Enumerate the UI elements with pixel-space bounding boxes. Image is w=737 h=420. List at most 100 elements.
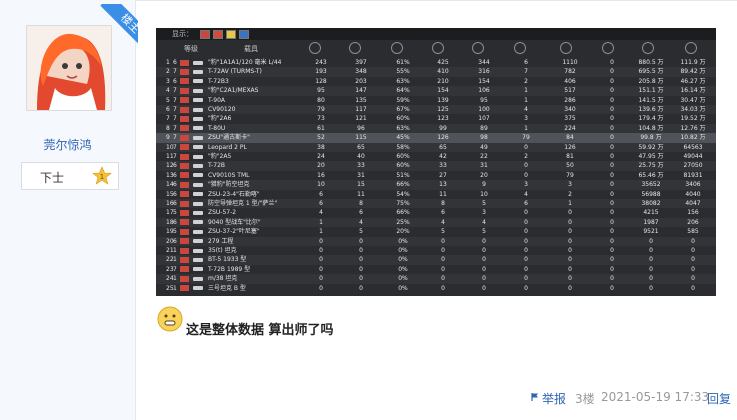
stat-cell: 5	[359, 228, 363, 236]
stat-cell: 0	[568, 218, 572, 226]
vehicle-name: "豹"C2A1/MEXAS	[208, 87, 259, 95]
stat-cell: 0	[482, 256, 486, 264]
vehicle-name: CV90120	[208, 106, 236, 113]
stat-cell: 16	[317, 171, 325, 179]
stat-cell: 0	[319, 256, 323, 264]
stat-cell: 0%	[398, 237, 408, 245]
row-level: 7	[173, 134, 177, 142]
stat-cell: 585	[687, 228, 699, 236]
air-kills-icon	[432, 42, 444, 54]
stat-cell: 16.14 万	[680, 87, 706, 95]
reply-link[interactable]: 回复	[707, 390, 731, 407]
stat-cell: 0	[610, 209, 614, 217]
stat-cell: 0	[649, 256, 653, 264]
stat-cell: 0	[610, 284, 614, 292]
stat-cell: 0%	[398, 284, 408, 292]
stat-cell: 50	[566, 162, 574, 170]
vehicle-name: m/38 坦克	[208, 275, 238, 283]
post-screenshot[interactable]: 显示： 等级 载具 1 6 "豹"1A1A1/120 毫米 L/44 243 397 61…	[156, 28, 716, 296]
stat-cell: 0	[524, 247, 528, 254]
stat-cell: 79	[522, 134, 530, 142]
stat-cell: 49044	[683, 153, 703, 160]
kills-icon	[349, 42, 361, 54]
stat-cell: 0	[441, 265, 445, 273]
row-level: 6	[173, 171, 177, 179]
stat-cell: 425	[437, 59, 449, 66]
stat-cell: 0	[610, 265, 614, 273]
stat-cell: 286	[564, 96, 576, 104]
table-row: 17 5 ZSU-57-2 4 6 66% 6 3 0 0 0 4215 156	[156, 208, 716, 217]
nation-flag-icon	[180, 144, 189, 151]
stat-cell: 51%	[396, 171, 410, 179]
nation-flag-icon	[180, 97, 189, 104]
badge-number: 1	[100, 173, 104, 181]
stat-cell: 3	[568, 181, 572, 189]
stat-cell: 0	[482, 275, 486, 283]
stat-cell: 243	[315, 59, 327, 66]
row-level: 7	[173, 265, 177, 273]
stat-cell: 56988	[641, 190, 661, 198]
stat-cell: 60%	[396, 153, 410, 160]
stat-cell: 42	[439, 153, 447, 160]
stat-cell: 0	[568, 209, 572, 217]
username-link[interactable]: 莞尔惊鸿	[0, 136, 135, 153]
stat-cell: 0	[610, 171, 614, 179]
report-link[interactable]: 举报	[542, 390, 566, 407]
stat-cell: 6	[524, 200, 528, 207]
stat-cell: 40	[357, 153, 365, 160]
stat-cell: 64%	[396, 87, 410, 95]
stat-cell: 0	[524, 228, 528, 236]
stat-cell: 63%	[396, 124, 410, 132]
stat-cell: 52	[317, 134, 325, 142]
stat-cell: 13	[439, 181, 447, 189]
stat-cell: 4040	[685, 190, 701, 198]
stat-cell: 117	[355, 106, 367, 113]
stat-cell: 0	[359, 237, 363, 245]
stat-cell: 65	[439, 143, 447, 151]
stat-cell: 73	[317, 115, 325, 123]
row-index: 4	[166, 87, 170, 95]
stat-cell: 0	[610, 106, 614, 113]
nation-flag-icon	[180, 209, 189, 216]
report-icon[interactable]	[530, 392, 540, 402]
stat-cell: 61	[317, 124, 325, 132]
flag-icon	[239, 30, 249, 39]
row-index: 9	[166, 134, 170, 142]
stat-cell: 25%	[396, 218, 410, 226]
stat-cell: 60%	[396, 162, 410, 170]
owner-ribbon: 楼主	[90, 4, 138, 52]
stat-cell: 0	[649, 275, 653, 283]
stat-cell: 96	[357, 124, 365, 132]
vehicle-name: T-72AV (TURMS-T)	[208, 68, 262, 76]
stat-cell: 179.4 万	[638, 115, 664, 123]
stat-cell: 0%	[398, 247, 408, 254]
row-index: 1	[166, 59, 170, 66]
table-row: 15 6 ZSU-23-4"石勒喀" 6 11 54% 11 10 4 2 0 56988 4040	[156, 190, 716, 199]
stat-cell: 66%	[396, 181, 410, 189]
table-row: 8 7 T-80U 61 96 63% 99 89 1 224 0 104.8 万 12.76 万	[156, 123, 716, 134]
nation-flag-icon	[180, 68, 189, 75]
stat-cell: 30.47 万	[680, 96, 706, 104]
stat-cell: 27050	[683, 162, 703, 170]
stat-cell: 67%	[396, 106, 410, 113]
nation-flag-icon	[180, 285, 189, 292]
tank-icon	[193, 107, 203, 112]
stat-cell: 0	[610, 87, 614, 95]
stat-cell: 0	[441, 237, 445, 245]
stat-cell: 0	[649, 265, 653, 273]
vehicle-name: T-72B	[208, 162, 226, 170]
user-sidebar: 楼主 莞尔惊鸿 下士 1	[0, 0, 138, 420]
vehicle-name: ZSU"通古斯卡"	[208, 134, 250, 142]
row-level: 5	[173, 209, 177, 217]
stat-cell: 0	[319, 275, 323, 283]
stat-cell: 4	[524, 106, 528, 113]
stat-cell: 60%	[396, 115, 410, 123]
stat-cell: 0	[610, 143, 614, 151]
header-level: 等级	[184, 45, 198, 53]
stat-cell: 0	[441, 284, 445, 292]
stat-cell: 95	[480, 96, 488, 104]
tank-icon	[193, 163, 203, 168]
nation-flag-icon	[180, 181, 189, 188]
stat-cell: 47.95 万	[638, 153, 664, 160]
stat-cell: 0	[319, 237, 323, 245]
